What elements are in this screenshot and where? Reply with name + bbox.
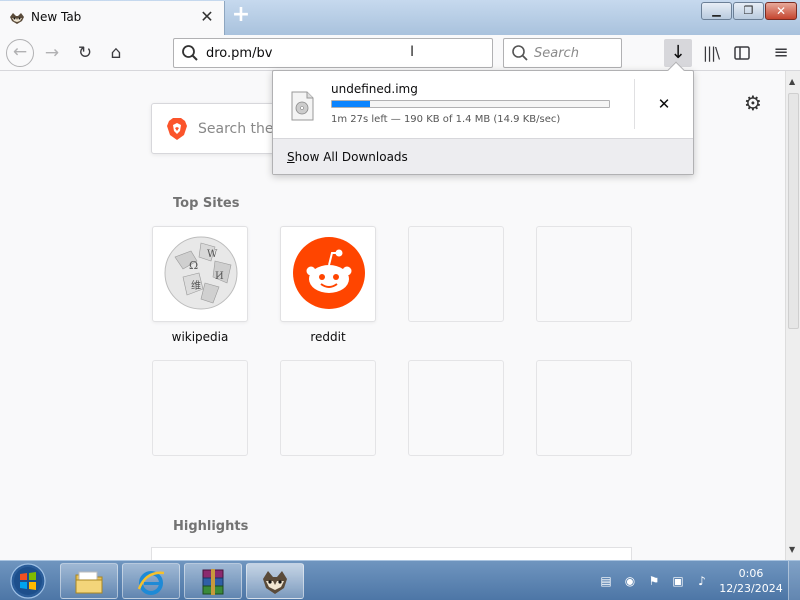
library-button[interactable]: |||\ bbox=[698, 40, 724, 66]
download-progress-bar bbox=[331, 100, 610, 108]
browser-raccoon-icon bbox=[263, 571, 287, 594]
highlights-title: Highlights bbox=[173, 519, 249, 534]
search-icon bbox=[182, 45, 198, 61]
file-explorer-icon bbox=[75, 571, 103, 594]
scroll-up-icon[interactable]: ▲ bbox=[789, 77, 795, 86]
url-text[interactable]: dro.pm/bv bbox=[206, 46, 272, 61]
svg-text:И: И bbox=[215, 271, 224, 282]
maximize-button[interactable]: ❐ bbox=[733, 2, 764, 20]
search-bar[interactable] bbox=[503, 38, 622, 68]
minimize-button[interactable]: ▁ bbox=[701, 2, 732, 20]
top-site-tile-empty[interactable] bbox=[536, 226, 632, 322]
tray-document-icon[interactable]: ▤ bbox=[598, 573, 614, 589]
reddit-snoo-icon bbox=[293, 237, 365, 309]
sidebar-icon bbox=[734, 46, 750, 60]
disk-image-file-icon bbox=[291, 91, 314, 121]
scroll-down-icon[interactable]: ▼ bbox=[789, 545, 795, 554]
svg-text:维: 维 bbox=[191, 279, 201, 292]
downloads-panel: undefined.img 1m 27s left — 190 KB of 1.… bbox=[272, 61, 694, 175]
minimize-icon: ▁ bbox=[712, 4, 721, 17]
start-button[interactable] bbox=[2, 562, 54, 600]
top-site-tile-wikipedia[interactable]: Ω W И 维 bbox=[152, 226, 248, 322]
tab-new-tab[interactable]: New Tab ✕ bbox=[0, 1, 225, 35]
top-site-tile-empty[interactable] bbox=[408, 360, 504, 456]
close-icon: ✕ bbox=[775, 4, 787, 18]
back-button[interactable]: ← bbox=[6, 39, 34, 67]
search-input[interactable] bbox=[534, 44, 618, 62]
address-bar[interactable]: dro.pm/bv I bbox=[173, 38, 493, 68]
download-filename: undefined.img bbox=[331, 82, 418, 96]
text-cursor-icon: I bbox=[410, 44, 415, 60]
internet-explorer-icon bbox=[137, 571, 165, 595]
download-item-divider bbox=[634, 79, 635, 129]
start-orb-icon bbox=[10, 563, 46, 599]
top-site-tile-empty[interactable] bbox=[280, 360, 376, 456]
taskbar-browser[interactable] bbox=[246, 563, 304, 599]
download-progress-fill bbox=[332, 101, 370, 107]
tab-close-icon[interactable]: ✕ bbox=[197, 6, 217, 28]
brave-lion-icon bbox=[167, 118, 187, 140]
download-status: 1m 27s left — 190 KB of 1.4 MB (14.9 KB/… bbox=[331, 114, 561, 125]
search-icon bbox=[512, 45, 528, 61]
top-site-tile-empty[interactable] bbox=[536, 360, 632, 456]
tray-volume-muted-icon[interactable]: ♪ bbox=[694, 573, 710, 589]
top-site-tile-reddit[interactable] bbox=[280, 226, 376, 322]
top-site-tile-empty[interactable] bbox=[152, 360, 248, 456]
winrar-icon bbox=[202, 569, 224, 595]
clock-date: 12/23/2024 bbox=[719, 582, 783, 595]
highlight-card[interactable] bbox=[151, 547, 632, 560]
raccoon-favicon-icon bbox=[10, 13, 24, 24]
taskbar-clock[interactable]: 0:06 12/23/2024 bbox=[718, 566, 784, 596]
top-site-label-wikipedia: wikipedia bbox=[171, 330, 229, 344]
taskbar-file-explorer[interactable] bbox=[60, 563, 118, 599]
show-desktop-button[interactable] bbox=[788, 561, 800, 600]
close-window-button[interactable]: ✕ bbox=[765, 2, 797, 20]
tab-title: New Tab bbox=[31, 10, 82, 24]
taskbar: ▤ ◉ ⚑ ▣ ♪ 0:06 12/23/2024 bbox=[0, 560, 800, 600]
cancel-download-button[interactable]: ✕ bbox=[654, 94, 674, 114]
tray-action-center-flag-icon[interactable]: ⚑ bbox=[646, 573, 662, 589]
top-sites-title: Top Sites bbox=[173, 196, 240, 211]
page-scrollbar[interactable]: ▲ ▼ bbox=[785, 71, 800, 560]
menu-button[interactable]: ≡ bbox=[768, 40, 794, 66]
reload-button[interactable]: ↻ bbox=[72, 40, 98, 66]
settings-gear-icon[interactable]: ⚙ bbox=[742, 92, 764, 114]
tab-strip: New Tab ✕ + ▁ ❐ ✕ bbox=[0, 0, 800, 35]
svg-text:W: W bbox=[207, 249, 218, 260]
scrollbar-thumb[interactable] bbox=[788, 93, 799, 329]
taskbar-internet-explorer[interactable] bbox=[122, 563, 180, 599]
clock-time: 0:06 bbox=[738, 567, 764, 580]
home-button[interactable]: ⌂ bbox=[103, 40, 129, 66]
tray-network-icon[interactable]: ▣ bbox=[670, 573, 686, 589]
top-site-tile-empty[interactable] bbox=[408, 226, 504, 322]
taskbar-winrar[interactable] bbox=[184, 563, 242, 599]
forward-button[interactable]: → bbox=[39, 40, 65, 66]
top-site-label-reddit: reddit bbox=[310, 330, 346, 344]
sidebar-toggle-button[interactable] bbox=[729, 40, 755, 66]
show-all-downloads-label: Show All Downloads bbox=[287, 150, 408, 164]
new-tab-button[interactable]: + bbox=[229, 4, 253, 28]
show-all-downloads-button[interactable]: Show All Downloads bbox=[273, 138, 693, 174]
wikipedia-globe-icon: Ω W И 维 bbox=[164, 236, 238, 310]
svg-text:Ω: Ω bbox=[189, 259, 198, 272]
maximize-icon: ❐ bbox=[743, 4, 754, 17]
download-item[interactable]: undefined.img 1m 27s left — 190 KB of 1.… bbox=[273, 71, 693, 138]
tray-security-icon[interactable]: ◉ bbox=[622, 573, 638, 589]
